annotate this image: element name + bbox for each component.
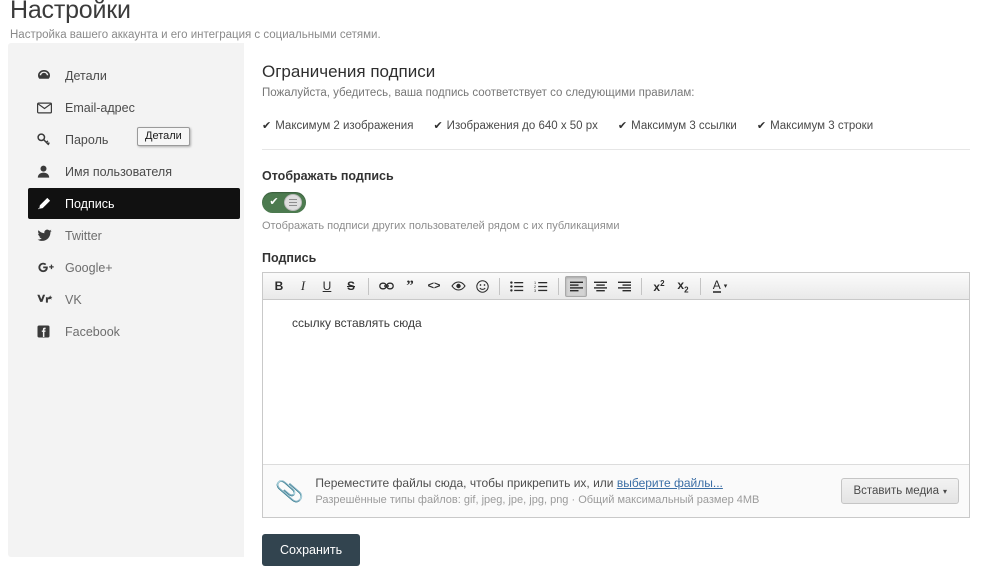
choose-files-link[interactable]: выберите файлы...	[617, 476, 723, 490]
limits-rule-list: ✔ Максимум 2 изображения ✔ Изображения до …	[262, 99, 970, 132]
page-title: Настройки	[10, 0, 131, 24]
attachment-dropzone[interactable]: 📎 Переместите файлы сюда, чтобы прикрепи…	[263, 464, 969, 517]
limit-rule: ✔ Максимум 2 изображения	[262, 119, 413, 132]
signature-text: ссылку вставлять сюда	[292, 316, 422, 330]
limits-title: Ограничения подписи	[262, 62, 436, 81]
strikethrough-icon[interactable]: S	[340, 276, 362, 297]
settings-sidebar: Детали Email-адрес Пароль Имя пользовате…	[8, 43, 244, 557]
sidebar-item-vk[interactable]: VK	[28, 284, 240, 315]
limit-rule: ✔ Изображения до 640 x 50 px	[433, 119, 597, 132]
limit-rule-label: Максимум 2 изображения	[275, 120, 414, 132]
sidebar-item-label: VK	[65, 292, 82, 307]
signature-editor: B I U S ” <> 1 2 3 x2 x2 A ▾ ссылку вста…	[262, 272, 970, 518]
svg-text:3: 3	[534, 289, 536, 292]
user-icon	[37, 165, 59, 178]
sidebar-item-label: Подпись	[65, 196, 115, 211]
save-button[interactable]: Сохранить	[262, 534, 361, 566]
spoiler-eye-icon[interactable]	[447, 276, 469, 297]
attachment-text: Переместите файлы сюда, чтобы прикрепить…	[315, 476, 841, 506]
limit-rule-label: Максимум 3 строки	[770, 120, 874, 132]
sidebar-item-signature[interactable]: Подпись	[28, 188, 240, 219]
limit-rule: ✔ Максимум 3 строки	[757, 119, 873, 132]
smiley-icon[interactable]	[471, 276, 493, 297]
sidebar-item-twitter[interactable]: Twitter	[28, 220, 240, 251]
show-signature-toggle[interactable]: ✔	[262, 192, 306, 213]
toolbar-separator	[641, 277, 642, 295]
sidebar-item-label: Google+	[65, 260, 113, 275]
key-icon	[37, 133, 59, 146]
editor-toolbar: B I U S ” <> 1 2 3 x2 x2 A ▾	[263, 273, 969, 300]
settings-panel: Детали Email-адрес Пароль Имя пользовате…	[8, 43, 992, 566]
limit-rule-label: Максимум 3 ссылки	[631, 120, 737, 132]
dashboard-icon	[37, 69, 59, 82]
toggle-hint: Отображать подписи других пользователей …	[262, 220, 620, 232]
sidebar-item-label: Имя пользователя	[65, 164, 172, 179]
sidebar-item-label: Пароль	[65, 132, 109, 147]
sidebar-item-googleplus[interactable]: Google+	[28, 252, 240, 283]
sidebar-item-facebook[interactable]: Facebook	[28, 316, 240, 347]
chevron-down-icon: ▾	[942, 487, 947, 496]
page-header: Настройки Настройка вашего аккаунта и ег…	[0, 0, 1000, 41]
quote-icon[interactable]: ”	[399, 276, 421, 297]
settings-content: Ограничения подписи Пожалуйста, убедитес…	[244, 43, 992, 566]
bold-icon[interactable]: B	[268, 276, 290, 297]
toolbar-separator	[558, 277, 559, 295]
code-icon[interactable]: <>	[423, 276, 445, 297]
sidebar-item-password[interactable]: Пароль	[28, 124, 240, 155]
toolbar-separator	[368, 277, 369, 295]
text-color-icon[interactable]: A ▾	[707, 276, 733, 297]
sidebar-item-label: Детали	[65, 68, 107, 83]
check-icon: ✔	[262, 120, 272, 132]
check-icon: ✔	[756, 120, 767, 132]
limit-rule-label: Изображения до 640 x 50 px	[446, 120, 598, 132]
sidebar-item-email[interactable]: Email-адрес	[28, 92, 240, 123]
page-subtitle: Настройка вашего аккаунта и его интеграц…	[10, 29, 381, 41]
toolbar-separator	[499, 277, 500, 295]
toolbar-separator	[700, 277, 701, 295]
limit-rule: ✔ Максимум 3 ссылки	[618, 119, 737, 132]
underline-icon[interactable]: U	[316, 276, 338, 297]
toggle-knob	[284, 194, 302, 211]
limits-subtitle: Пожалуйста, убедитесь, ваша подпись соот…	[262, 87, 695, 99]
check-icon: ✔	[433, 120, 443, 132]
bullet-list-icon[interactable]	[506, 276, 528, 297]
sidebar-item-label: Facebook	[65, 324, 120, 339]
link-icon[interactable]	[375, 276, 397, 297]
sidebar-item-details[interactable]: Детали	[28, 60, 240, 91]
insert-media-button[interactable]: Вставить медиа ▾	[841, 478, 959, 504]
italic-icon[interactable]: I	[292, 276, 314, 297]
align-left-icon[interactable]	[565, 275, 587, 297]
superscript-icon[interactable]: x2	[648, 276, 670, 297]
subscript-icon[interactable]: x2	[672, 276, 694, 297]
insert-media-label: Вставить медиа	[853, 485, 939, 497]
sidebar-item-label: Twitter	[65, 228, 102, 243]
toggle-label: Отображать подпись	[262, 169, 394, 183]
facebook-icon	[37, 325, 59, 338]
twitter-icon	[37, 229, 59, 242]
align-center-icon[interactable]	[589, 276, 611, 297]
attachment-prefix: Переместите файлы сюда, чтобы прикрепить…	[315, 476, 617, 490]
attachment-filetypes: Разрешённые типы файлов: gif, jpeg, jpe,…	[315, 494, 760, 506]
numbered-list-icon[interactable]: 123	[530, 276, 552, 297]
native-tooltip: Детали	[137, 127, 190, 146]
toggle-check-icon: ✔	[269, 196, 279, 208]
sidebar-item-username[interactable]: Имя пользователя	[28, 156, 240, 187]
google-plus-icon	[37, 261, 59, 274]
signature-text-area[interactable]: ссылку вставлять сюда	[263, 300, 969, 464]
align-right-icon[interactable]	[613, 276, 635, 297]
check-icon: ✔	[617, 120, 628, 132]
attachment-instructions: Переместите файлы сюда, чтобы прикрепить…	[315, 476, 841, 490]
sidebar-item-label: Email-адрес	[65, 100, 135, 115]
pencil-icon	[37, 197, 59, 211]
vk-icon	[37, 294, 59, 305]
paperclip-icon: 📎	[274, 477, 306, 506]
envelope-icon	[37, 102, 59, 114]
signature-label: Подпись	[262, 251, 317, 265]
